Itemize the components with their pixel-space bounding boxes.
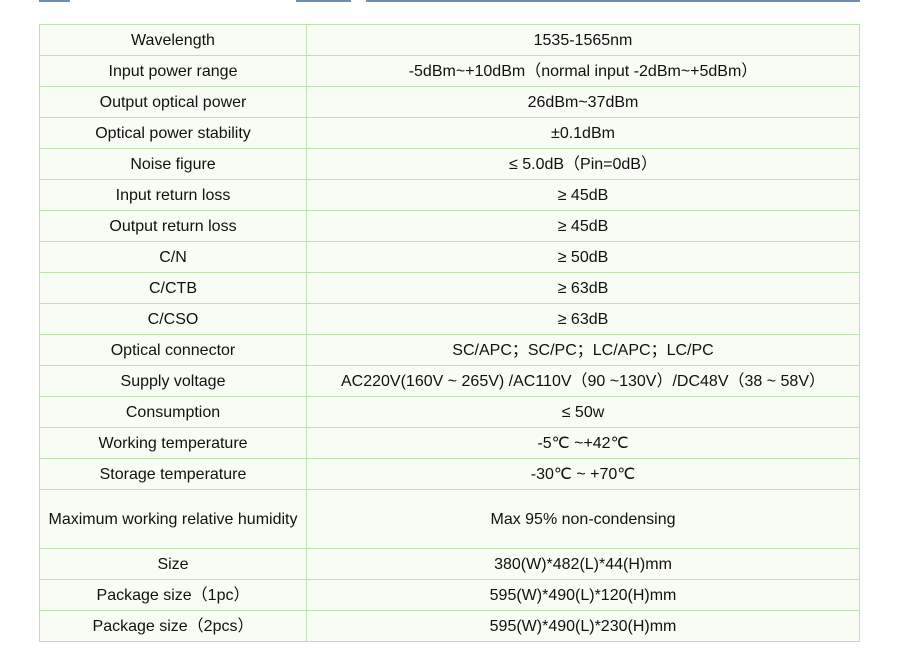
param-value: -5dBm~+10dBm（normal input -2dBm~+5dBm）: [306, 55, 860, 87]
param-value: ≤ 50w: [306, 396, 860, 428]
table-row: Wavelength 1535-1565nm: [39, 24, 860, 56]
param-value: -30℃ ~ +70℃: [306, 458, 860, 490]
table-row: C/CTB ≥ 63dB: [39, 272, 860, 304]
param-value: AC220V(160V ~ 265V) /AC110V（90 ~130V）/DC…: [306, 365, 860, 397]
param-value: 380(W)*482(L)*44(H)mm: [306, 548, 860, 580]
param-label: Output return loss: [39, 210, 307, 242]
param-label: C/CTB: [39, 272, 307, 304]
table-row: C/N ≥ 50dB: [39, 241, 860, 273]
param-value: ≥ 45dB: [306, 210, 860, 242]
param-label: Output optical power: [39, 86, 307, 118]
param-label: Package size（1pc）: [39, 579, 307, 611]
param-label: Optical connector: [39, 334, 307, 366]
param-label: Input return loss: [39, 179, 307, 211]
top-bar-middle: [296, 0, 351, 2]
table-row: Consumption ≤ 50w: [39, 396, 860, 428]
param-value: ≥ 63dB: [306, 272, 860, 304]
param-value: ≥ 50dB: [306, 241, 860, 273]
table-row: Noise figure ≤ 5.0dB（Pin=0dB）: [39, 148, 860, 180]
param-value: 26dBm~37dBm: [306, 86, 860, 118]
param-label: Consumption: [39, 396, 307, 428]
table-row: Maximum working relative humidity Max 95…: [39, 489, 860, 549]
top-bar-right: [366, 0, 860, 2]
table-row: Supply voltage AC220V(160V ~ 265V) /AC11…: [39, 365, 860, 397]
param-value: ≤ 5.0dB（Pin=0dB）: [306, 148, 860, 180]
param-value: SC/APC；SC/PC；LC/APC；LC/PC: [306, 334, 860, 366]
table-row: C/CSO ≥ 63dB: [39, 303, 860, 335]
table-row: Size 380(W)*482(L)*44(H)mm: [39, 548, 860, 580]
param-value: 1535-1565nm: [306, 24, 860, 56]
table-row: Input return loss ≥ 45dB: [39, 179, 860, 211]
param-label: C/CSO: [39, 303, 307, 335]
table-row: Package size（1pc） 595(W)*490(L)*120(H)mm: [39, 579, 860, 611]
table-row: Working temperature -5℃ ~+42℃: [39, 427, 860, 459]
param-label: Maximum working relative humidity: [39, 489, 307, 549]
param-label: Noise figure: [39, 148, 307, 180]
param-label: Size: [39, 548, 307, 580]
param-value: 595(W)*490(L)*230(H)mm: [306, 610, 860, 642]
param-value: ≥ 45dB: [306, 179, 860, 211]
top-decoration: [0, 0, 900, 4]
param-label: Wavelength: [39, 24, 307, 56]
param-value: ±0.1dBm: [306, 117, 860, 149]
param-value: ≥ 63dB: [306, 303, 860, 335]
param-value: 595(W)*490(L)*120(H)mm: [306, 579, 860, 611]
param-label: Input power range: [39, 55, 307, 87]
table-row: Optical power stability ±0.1dBm: [39, 117, 860, 149]
table-row: Package size（2pcs） 595(W)*490(L)*230(H)m…: [39, 610, 860, 642]
param-label: Storage temperature: [39, 458, 307, 490]
table-row: Optical connector SC/APC；SC/PC；LC/APC；LC…: [39, 334, 860, 366]
param-label: Supply voltage: [39, 365, 307, 397]
table-row: Output return loss ≥ 45dB: [39, 210, 860, 242]
top-bar-left: [39, 0, 70, 2]
param-label: Optical power stability: [39, 117, 307, 149]
param-value: -5℃ ~+42℃: [306, 427, 860, 459]
param-label: Package size（2pcs）: [39, 610, 307, 642]
param-label: Working temperature: [39, 427, 307, 459]
table-row: Storage temperature -30℃ ~ +70℃: [39, 458, 860, 490]
param-value: Max 95% non-condensing: [306, 489, 860, 549]
table-row: Output optical power 26dBm~37dBm: [39, 86, 860, 118]
param-label: C/N: [39, 241, 307, 273]
table-row: Input power range -5dBm~+10dBm（normal in…: [39, 55, 860, 87]
specification-table: Wavelength 1535-1565nm Input power range…: [39, 24, 860, 642]
